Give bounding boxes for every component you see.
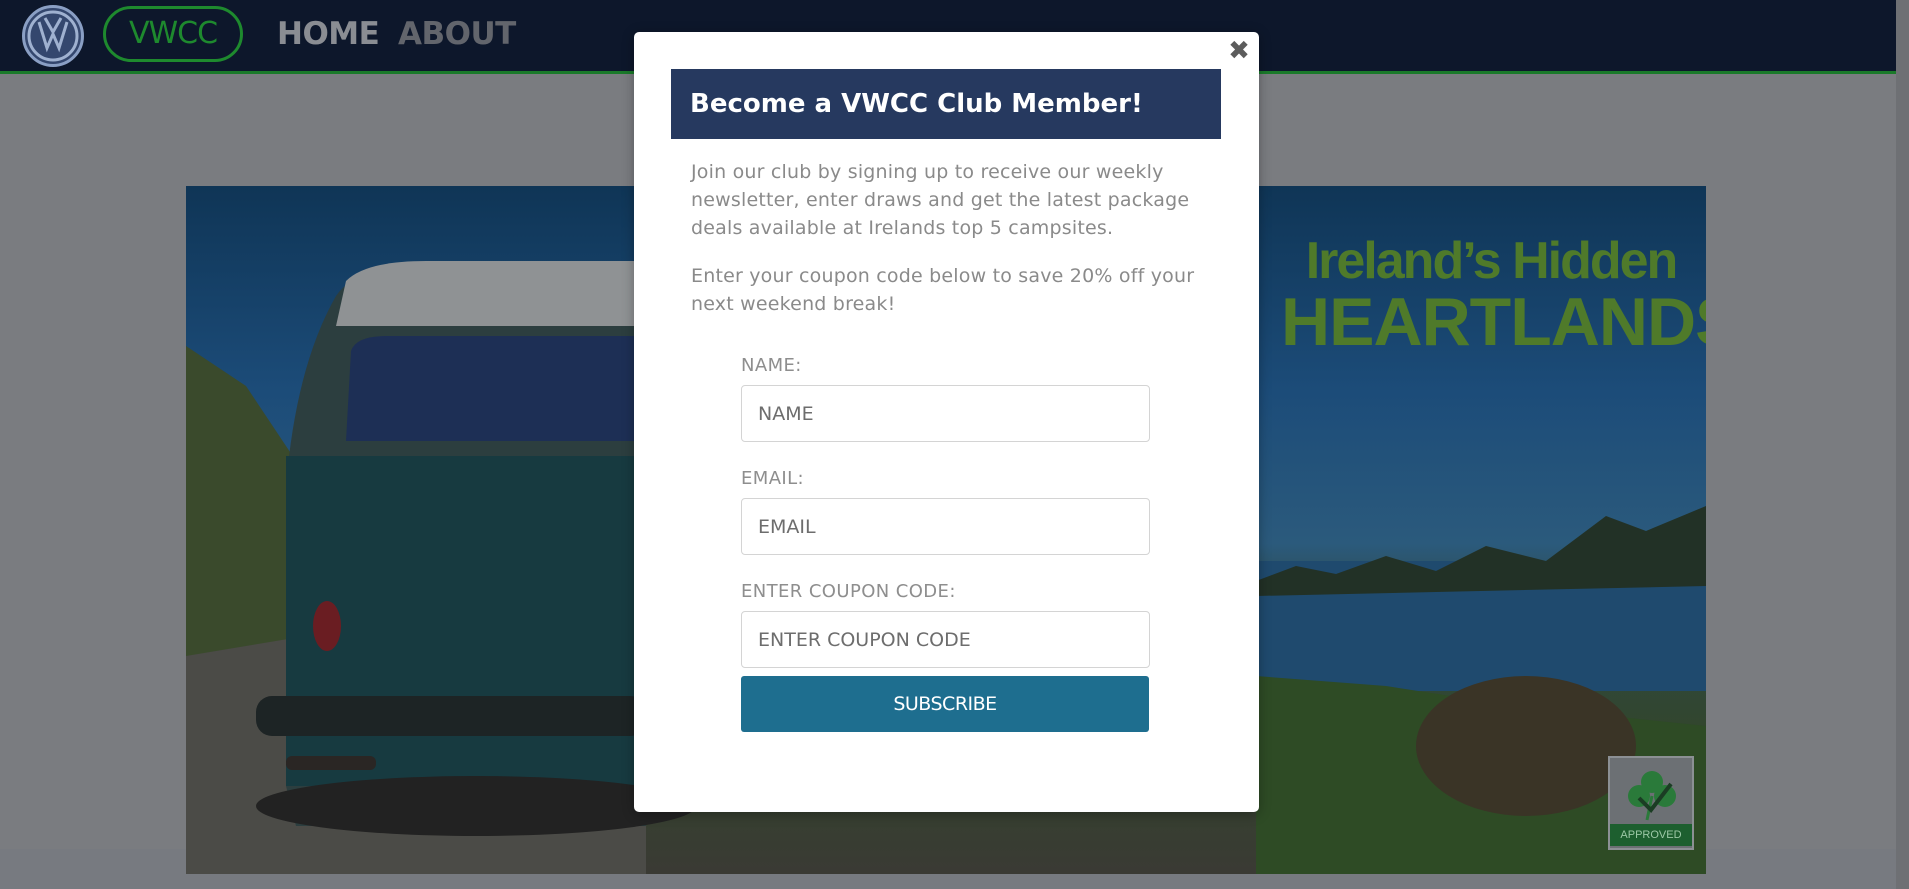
hero-title-line2: HEARTLANDS xyxy=(1281,284,1706,360)
email-label: EMAIL: xyxy=(741,468,805,489)
approved-badge: APPROVED xyxy=(1608,756,1694,850)
hero-title-line1: Ireland’s Hidden xyxy=(1305,232,1679,290)
modal-coupon-text: Enter your coupon code below to save 20%… xyxy=(691,265,1195,315)
nav-link-home[interactable]: HOME xyxy=(277,14,380,54)
shamrock-icon xyxy=(1628,771,1676,821)
signup-modal: ✖ Become a VWCC Club Member! Join our cl… xyxy=(634,32,1259,812)
vw-logo-icon[interactable] xyxy=(22,5,84,67)
approved-label: APPROVED xyxy=(1610,824,1692,846)
page-scrollbar[interactable] xyxy=(1896,0,1909,889)
name-label: NAME: xyxy=(741,355,802,376)
coupon-label: ENTER COUPON CODE: xyxy=(741,581,956,602)
email-input[interactable] xyxy=(741,498,1150,555)
close-icon[interactable]: ✖ xyxy=(1228,38,1250,64)
name-input[interactable] xyxy=(741,385,1150,442)
modal-intro-text: Join our club by signing up to receive o… xyxy=(691,161,1190,239)
modal-title: Become a VWCC Club Member! xyxy=(671,69,1221,139)
subscribe-button[interactable]: SUBSCRIBE xyxy=(741,676,1149,732)
hero-title: Ireland’s Hidden HEARTLANDS xyxy=(1281,232,1706,360)
brand-button[interactable]: VWCC xyxy=(103,6,243,62)
coupon-input[interactable] xyxy=(741,611,1150,668)
nav-link-about[interactable]: ABOUT xyxy=(398,14,516,54)
